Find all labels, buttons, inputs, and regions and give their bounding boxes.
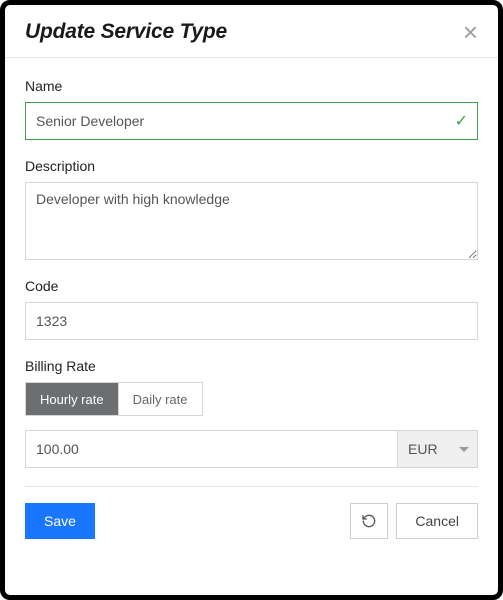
code-label: Code xyxy=(25,278,478,294)
currency-value: EUR xyxy=(408,441,438,457)
rate-toggle: Hourly rate Daily rate xyxy=(25,382,203,416)
name-label: Name xyxy=(25,78,478,94)
field-billing-rate: Billing Rate Hourly rate Daily rate EUR xyxy=(25,358,478,468)
chevron-down-icon xyxy=(459,447,469,452)
code-input[interactable] xyxy=(25,302,478,340)
billing-rate-label: Billing Rate xyxy=(25,358,478,374)
field-name: Name ✓ xyxy=(25,78,478,140)
save-button[interactable]: Save xyxy=(25,503,95,539)
description-textarea[interactable]: Developer with high knowledge xyxy=(25,182,478,260)
undo-icon xyxy=(361,513,377,529)
dialog-title: Update Service Type xyxy=(25,20,227,44)
description-label: Description xyxy=(25,158,478,174)
close-icon[interactable]: × xyxy=(463,19,478,45)
rate-row: EUR xyxy=(25,430,478,468)
footer-right: Cancel xyxy=(350,503,478,539)
dialog-footer: Save Cancel xyxy=(25,486,478,539)
form: Name ✓ Description Developer with high k… xyxy=(25,58,478,468)
field-description: Description Developer with high knowledg… xyxy=(25,158,478,260)
rate-amount-input[interactable] xyxy=(25,430,398,468)
undo-button[interactable] xyxy=(350,503,388,539)
currency-select[interactable]: EUR xyxy=(398,430,478,468)
toggle-hourly[interactable]: Hourly rate xyxy=(26,383,118,415)
dialog-header: Update Service Type × xyxy=(25,19,478,57)
toggle-daily[interactable]: Daily rate xyxy=(118,383,202,415)
name-input[interactable] xyxy=(25,102,478,140)
name-input-wrap: ✓ xyxy=(25,102,478,140)
field-code: Code xyxy=(25,278,478,340)
cancel-button[interactable]: Cancel xyxy=(396,503,478,539)
